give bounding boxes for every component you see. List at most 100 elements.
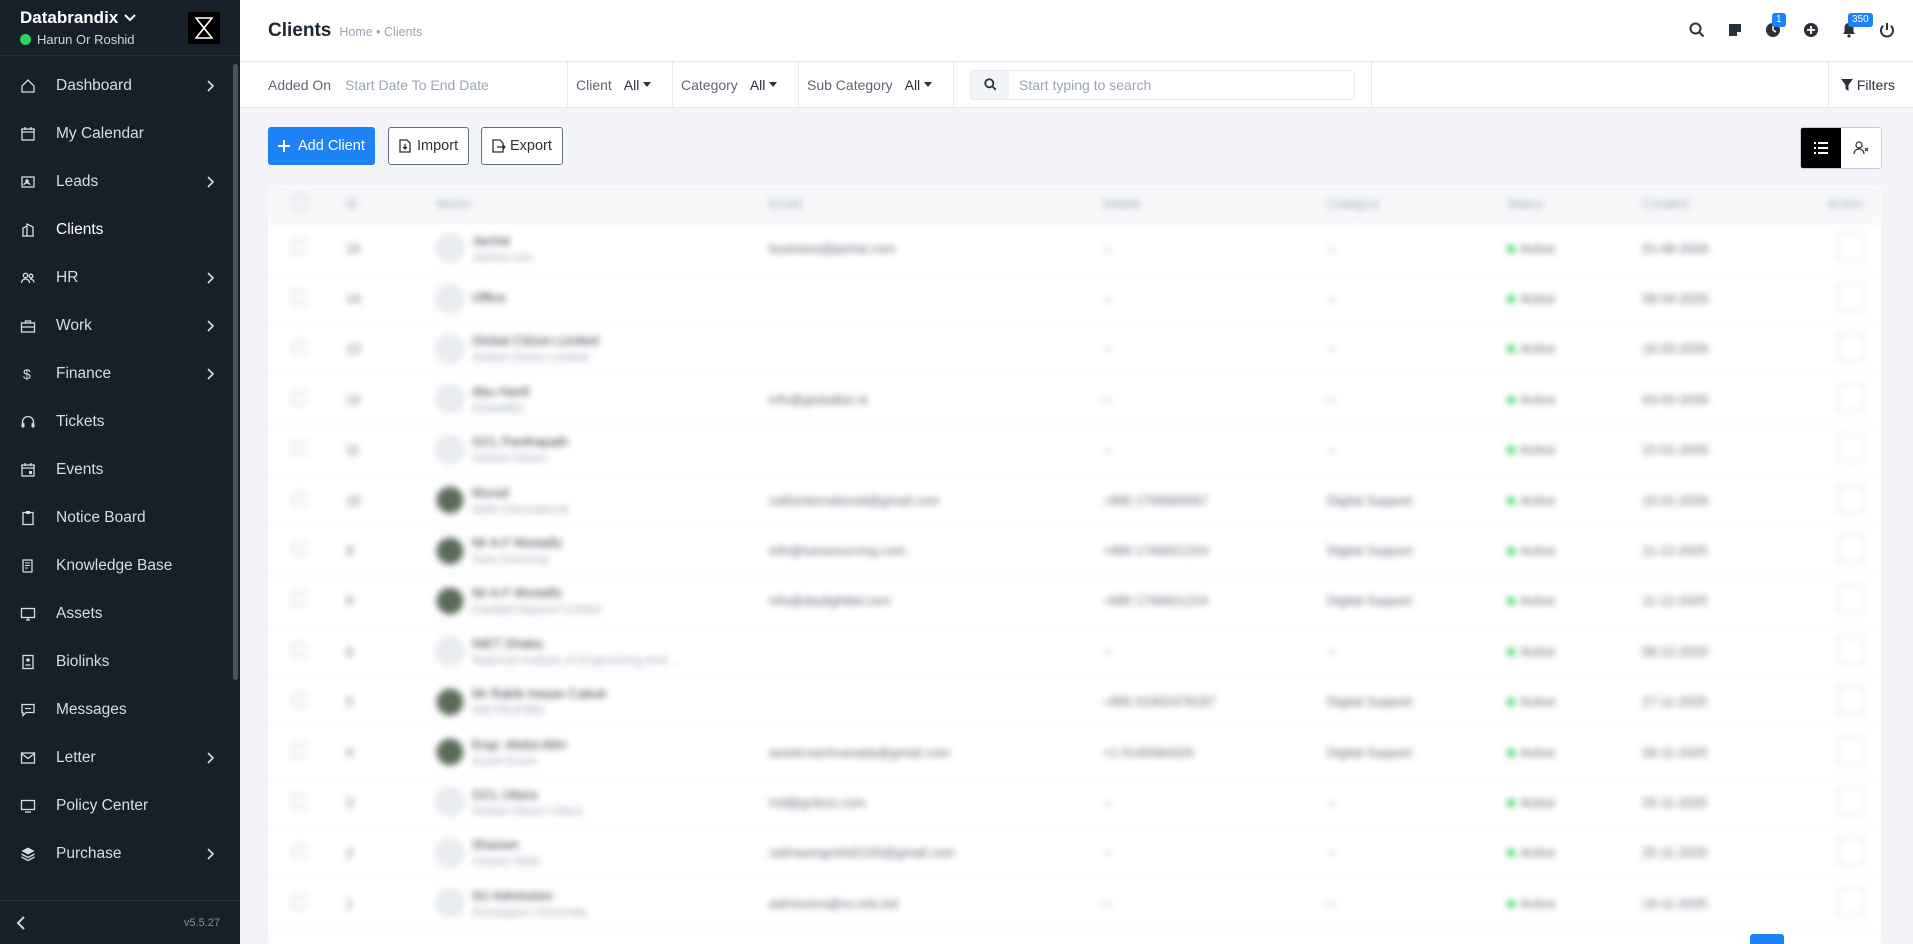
sidebar-item-events[interactable]: Events — [0, 446, 231, 494]
client-name[interactable]: SU Admission — [472, 888, 587, 903]
client-name[interactable]: Abu Hanif — [472, 384, 529, 399]
sidebar-item-biolinks[interactable]: Biolinks — [0, 638, 231, 686]
client-name[interactable]: Shaown — [472, 837, 541, 852]
row-action-menu-button[interactable] — [1837, 837, 1865, 866]
client-filter[interactable]: Client All — [568, 61, 673, 108]
row-checkbox[interactable] — [292, 743, 306, 758]
client-name[interactable]: Mr A.F Mostafiz — [472, 585, 601, 600]
date-range-input[interactable]: Start Date To End Date — [345, 77, 489, 93]
row-checkbox[interactable] — [292, 441, 306, 456]
column-header-id[interactable]: Id — [338, 185, 428, 224]
row-action-menu-button[interactable] — [1837, 686, 1865, 715]
pagination-active-page[interactable] — [1750, 934, 1784, 944]
export-button[interactable]: Export — [481, 127, 563, 165]
client-name-cell[interactable]: Shaown Classic Nails — [428, 827, 761, 879]
search-icon[interactable] — [1687, 20, 1707, 40]
client-name-cell[interactable]: Engr. Abdul Alim Asset Event — [428, 726, 761, 778]
client-name-cell[interactable]: GCL Panthapath Global Citizen — [428, 424, 761, 476]
client-name-cell[interactable]: Abu Hanif GlobalBiz — [428, 374, 761, 426]
row-checkbox[interactable] — [292, 542, 306, 557]
column-header-name[interactable]: Name — [428, 185, 761, 224]
client-name-cell[interactable]: Global Citizen Limited Global Citizen Lim… — [428, 323, 761, 375]
row-action-menu-button[interactable] — [1837, 434, 1865, 463]
breadcrumb[interactable]: Home • Clients — [339, 25, 422, 39]
client-name[interactable]: Murad — [472, 485, 569, 500]
table-row[interactable]: 13 Global Citizen Limited Global Citizen L… — [268, 323, 1881, 375]
client-name[interactable]: Office — [472, 290, 506, 305]
sidebar-item-letter[interactable]: Letter — [0, 734, 231, 782]
row-action-menu-button[interactable] — [1837, 283, 1865, 312]
table-row[interactable]: 4 Engr. Abdul Alim Asset Event assetcoachca… — [268, 726, 1881, 778]
sidebar-item-assets[interactable]: Assets — [0, 590, 231, 638]
table-row[interactable]: 11 GCL Panthapath Global Citizen -- -- Active… — [268, 424, 1881, 476]
client-filter-value[interactable]: All — [624, 77, 640, 93]
quick-add-icon[interactable] — [1801, 20, 1821, 40]
row-action-menu-button[interactable] — [1837, 786, 1865, 815]
client-name-cell[interactable]: Jachai Jachai.com — [428, 223, 761, 274]
row-checkbox[interactable] — [292, 390, 306, 405]
row-checkbox[interactable] — [292, 592, 306, 607]
sidebar-item-hr[interactable]: HR — [0, 254, 231, 302]
row-checkbox[interactable] — [292, 793, 306, 808]
client-name[interactable]: GCL Uttara — [472, 787, 583, 802]
column-header-category[interactable]: Category — [1319, 185, 1499, 224]
table-row[interactable]: 12 Abu Hanif GlobalBiz info@globalbiz.ie -- -… — [268, 374, 1881, 426]
sidebar-scrollbar[interactable] — [233, 64, 238, 680]
table-row[interactable]: 6 NIET Dhaka National Institute of Enginee… — [268, 626, 1881, 678]
import-button[interactable]: Import — [388, 127, 470, 165]
add-client-button[interactable]: Add Client — [268, 127, 375, 165]
category-filter-value[interactable]: All — [750, 77, 766, 93]
column-header-email[interactable]: Email — [761, 185, 1095, 224]
row-checkbox[interactable] — [292, 693, 306, 708]
subcategory-filter[interactable]: Sub Category All — [799, 61, 954, 108]
row-action-menu-button[interactable] — [1837, 635, 1865, 664]
sidebar-item-my-calendar[interactable]: My Calendar — [0, 110, 231, 158]
category-filter[interactable]: Category All — [673, 61, 799, 108]
unverified-clients-button[interactable] — [1841, 128, 1881, 168]
notification-bell-icon[interactable]: 350 — [1839, 13, 1873, 40]
row-checkbox[interactable] — [292, 290, 306, 305]
row-action-menu-button[interactable] — [1837, 232, 1865, 261]
column-header-status[interactable]: Status — [1499, 185, 1634, 224]
sidebar-item-notice-board[interactable]: Notice Board — [0, 494, 231, 542]
client-name[interactable]: GCL Panthapath — [472, 434, 568, 449]
table-row[interactable]: 5 Mr Rakib Hasan Cabuk NIETRUFIBN +880 0190… — [268, 676, 1881, 728]
subcategory-filter-value[interactable]: All — [905, 77, 921, 93]
column-header-created[interactable]: Created — [1634, 185, 1814, 224]
row-checkbox[interactable] — [292, 239, 306, 254]
row-checkbox[interactable] — [292, 642, 306, 657]
sidebar-item-tickets[interactable]: Tickets — [0, 398, 231, 446]
sidebar-item-messages[interactable]: Messages — [0, 686, 231, 734]
sidebar-item-work[interactable]: Work — [0, 302, 231, 350]
sidebar-item-clients[interactable]: Clients — [0, 206, 231, 254]
row-action-menu-button[interactable] — [1837, 585, 1865, 614]
client-name-cell[interactable]: Murad Nafis International — [428, 474, 761, 526]
row-action-menu-button[interactable] — [1837, 887, 1865, 916]
client-name[interactable]: Mr A.F Mostafiz — [472, 535, 562, 550]
power-icon[interactable] — [1877, 20, 1897, 40]
collapse-sidebar-icon[interactable] — [14, 915, 28, 930]
sidebar-item-purchase[interactable]: Purchase — [0, 830, 231, 878]
table-row[interactable]: 14 Office -- -- Active 08-04-2026 — [268, 273, 1881, 325]
client-name[interactable]: Engr. Abdul Alim — [472, 737, 567, 752]
search-box[interactable] — [970, 69, 1355, 100]
row-checkbox[interactable] — [292, 491, 306, 506]
sidebar-item-leads[interactable]: Leads — [0, 158, 231, 206]
sidebar-item-policy-center[interactable]: Policy Center — [0, 782, 231, 830]
row-checkbox[interactable] — [292, 894, 306, 909]
table-row[interactable]: 15 Jachai Jachai.com business@jachai.com -- -… — [268, 223, 1881, 274]
table-row[interactable]: 10 Murad Nafis International nafisinternati… — [268, 474, 1881, 526]
search-input[interactable] — [1009, 70, 1354, 99]
row-action-menu-button[interactable] — [1837, 535, 1865, 564]
select-all-checkbox[interactable] — [292, 195, 306, 210]
client-name-cell[interactable]: Mr A.F Mostafiz Daylight Apparel Limited — [428, 575, 761, 627]
column-header-mobile[interactable]: Mobile — [1095, 185, 1319, 224]
row-action-menu-button[interactable] — [1837, 736, 1865, 765]
row-action-menu-button[interactable] — [1837, 383, 1865, 412]
client-name-cell[interactable]: GCL Uttara Global Citizen Uttara — [428, 777, 761, 829]
client-name[interactable]: Jachai — [472, 233, 533, 248]
row-action-menu-button[interactable] — [1837, 333, 1865, 362]
client-name[interactable]: Global Citizen Limited — [472, 333, 598, 348]
list-view-button[interactable] — [1801, 128, 1841, 168]
date-range-filter[interactable]: Added On Start Date To End Date — [240, 61, 568, 108]
